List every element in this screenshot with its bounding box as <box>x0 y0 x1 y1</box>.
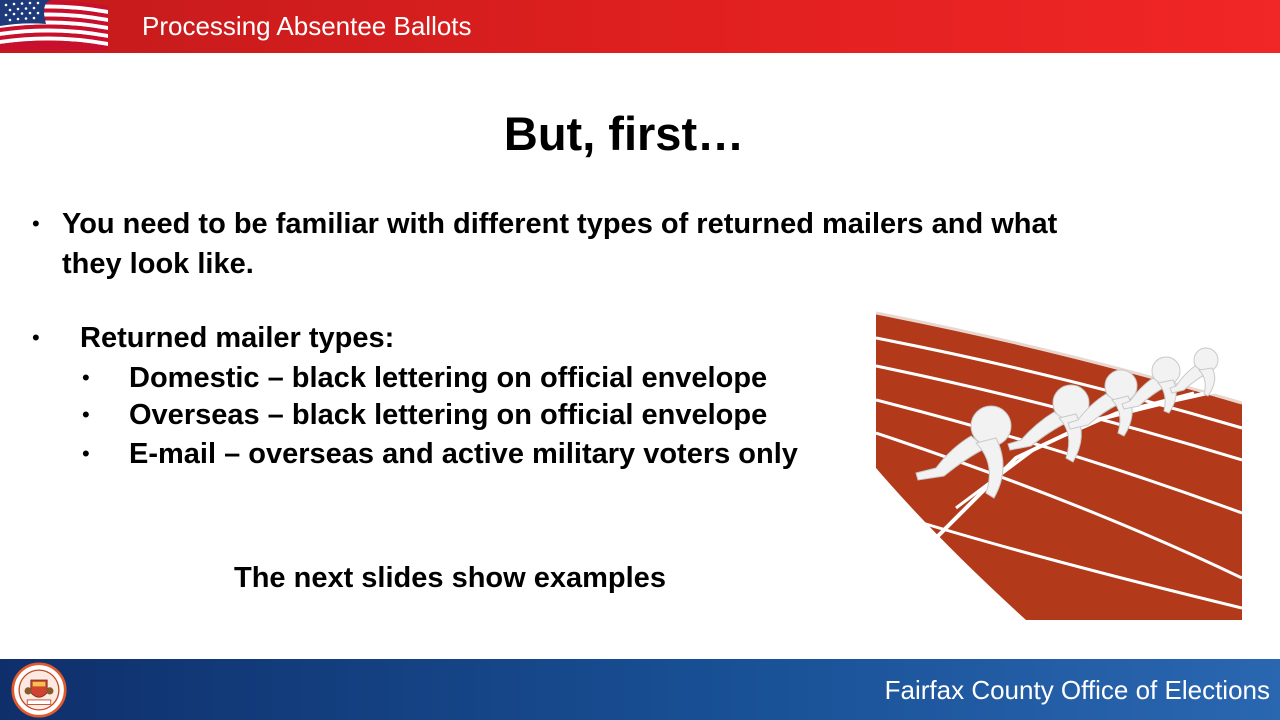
sub-bullet-domestic: • Domestic – black lettering on official… <box>82 358 768 398</box>
sub-bullet-overseas: • Overseas – black lettering on official… <box>82 395 768 435</box>
bullet-icon: • <box>82 441 90 466</box>
sub-bullet-label: Overseas – black lettering on official e… <box>129 399 768 431</box>
bullet-icon: • <box>82 365 90 390</box>
types-bullet-label: Returned mailer types: <box>80 322 395 354</box>
us-flag-icon <box>0 0 108 50</box>
intro-bullet: • You need to be familiar with different… <box>32 204 1058 284</box>
sub-bullet-label: E-mail – overseas and active military vo… <box>129 438 798 470</box>
intro-bullet-line1: You need to be familiar with different t… <box>62 208 1058 240</box>
bullet-icon: • <box>82 402 90 427</box>
header-bar: Processing Absentee Ballots <box>0 0 1280 53</box>
sub-bullet-email: • E-mail – overseas and active military … <box>82 434 798 474</box>
county-seal-icon <box>11 662 67 718</box>
types-bullet: • Returned mailer types: <box>32 318 395 358</box>
footer-bar: Fairfax County Office of Elections <box>0 659 1280 720</box>
slide-heading: But, first… <box>503 107 745 160</box>
sub-bullet-label: Domestic – black lettering on official e… <box>129 362 768 394</box>
intro-bullet-line2: they look like. <box>62 248 254 280</box>
closing-note: The next slides show examples <box>234 562 666 594</box>
race-start-image <box>876 311 1242 620</box>
bullet-icon: • <box>32 325 40 350</box>
organization-name: Fairfax County Office of Elections <box>884 675 1270 705</box>
presentation-title: Processing Absentee Ballots <box>142 11 472 41</box>
bullet-icon: • <box>32 211 40 236</box>
